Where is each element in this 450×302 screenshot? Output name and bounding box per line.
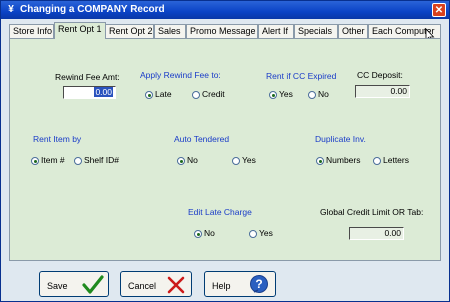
tab-label: Sales	[158, 26, 181, 36]
radio-selected-icon	[145, 91, 153, 99]
apply-rewind-label: Apply Rewind Fee to:	[140, 70, 221, 80]
tab-label: Promo Message	[190, 26, 256, 36]
cancel-button[interactable]: Cancel	[120, 271, 192, 297]
tab-rent-opt-1[interactable]: Rent Opt 1	[54, 22, 106, 39]
radio-unselected-icon	[192, 91, 200, 99]
app-icon: ¥	[8, 4, 14, 15]
global-credit-value: 0.00	[384, 228, 401, 238]
tab-rent-opt-2[interactable]: Rent Opt 2	[105, 24, 154, 38]
cancel-label: Cancel	[128, 281, 157, 291]
radio-label: Yes	[242, 155, 256, 165]
rent-opt-1-panel: Rewind Fee Amt: 0.00 Apply Rewind Fee to…	[9, 38, 441, 261]
rent-item-by-label: Rent Item by	[33, 134, 82, 144]
duplicate-inv-letters-radio[interactable]: Letters	[373, 155, 409, 165]
save-button[interactable]: Save	[39, 271, 109, 297]
radio-label: Shelf ID#	[84, 155, 119, 165]
tab-strip: Store Info Rent Opt 1 Rent Opt 2 Sales P…	[9, 22, 441, 39]
tab-alert-if[interactable]: Alert If	[258, 24, 294, 38]
edit-late-charge-label: Edit Late Charge	[188, 207, 252, 217]
radio-label: Yes	[259, 228, 273, 238]
tab-label: Store Info	[13, 26, 53, 36]
tab-label: Rent Opt 1	[58, 24, 102, 34]
tab-label: Rent Opt 2	[109, 26, 153, 36]
svg-text:?: ?	[255, 277, 262, 291]
rewind-fee-value: 0.00	[94, 87, 113, 97]
edit-late-charge-no-radio[interactable]: No	[194, 228, 215, 238]
cc-deposit-input[interactable]: 0.00	[355, 85, 410, 98]
rent-if-cc-no-radio[interactable]: No	[308, 89, 329, 99]
rewind-fee-label: Rewind Fee Amt:	[55, 72, 120, 82]
radio-selected-icon	[177, 157, 185, 165]
rewind-fee-input[interactable]: 0.00	[63, 86, 116, 99]
radio-unselected-icon	[232, 157, 240, 165]
radio-unselected-icon	[74, 157, 82, 165]
radio-unselected-icon	[373, 157, 381, 165]
radio-selected-icon	[316, 157, 324, 165]
rent-item-by-item-radio[interactable]: Item #	[31, 155, 65, 165]
help-button[interactable]: Help ?	[204, 271, 276, 297]
tab-store-info[interactable]: Store Info	[9, 24, 54, 38]
global-credit-input[interactable]: 0.00	[349, 227, 404, 240]
check-icon	[82, 275, 104, 294]
tab-other[interactable]: Other	[338, 24, 368, 38]
tab-specials[interactable]: Specials	[294, 24, 338, 38]
tab-promo-message[interactable]: Promo Message	[186, 24, 258, 38]
radio-selected-icon	[31, 157, 39, 165]
edit-late-charge-yes-radio[interactable]: Yes	[249, 228, 273, 238]
button-bar: Save Cancel Help ?	[9, 265, 441, 301]
radio-selected-icon	[194, 230, 202, 238]
rent-if-cc-yes-radio[interactable]: Yes	[269, 89, 293, 99]
duplicate-inv-label: Duplicate Inv.	[315, 134, 366, 144]
tab-sales[interactable]: Sales	[154, 24, 186, 38]
radio-label: Letters	[383, 155, 409, 165]
radio-label: Numbers	[326, 155, 361, 165]
help-label: Help	[212, 281, 231, 291]
save-label: Save	[47, 281, 68, 291]
tab-label: Specials	[298, 26, 333, 36]
window-title: Changing a COMPANY Record	[20, 4, 165, 15]
apply-rewind-credit-radio[interactable]: Credit	[192, 89, 225, 99]
radio-label: Item #	[41, 155, 65, 165]
rent-item-by-shelf-radio[interactable]: Shelf ID#	[74, 155, 119, 165]
radio-unselected-icon	[308, 91, 316, 99]
duplicate-inv-numbers-radio[interactable]: Numbers	[316, 155, 360, 165]
radio-label: Credit	[202, 89, 225, 99]
radio-unselected-icon	[249, 230, 257, 238]
auto-tendered-yes-radio[interactable]: Yes	[232, 155, 256, 165]
rent-if-cc-expired-label: Rent if CC Expired	[266, 71, 337, 81]
radio-label: Yes	[279, 89, 293, 99]
radio-label: Late	[155, 89, 172, 99]
cc-deposit-value: 0.00	[390, 86, 407, 96]
radio-label: No	[318, 89, 329, 99]
global-credit-label: Global Credit Limit OR Tab:	[320, 207, 424, 217]
auto-tendered-no-radio[interactable]: No	[177, 155, 198, 165]
radio-selected-icon	[269, 91, 277, 99]
dialog-window: ¥ Changing a COMPANY Record ✕ Store Info…	[0, 0, 450, 302]
x-icon	[167, 276, 185, 294]
close-button[interactable]: ✕	[432, 3, 446, 17]
tab-label: Other	[342, 26, 365, 36]
close-icon: ✕	[434, 5, 444, 16]
apply-rewind-late-radio[interactable]: Late	[145, 89, 172, 99]
auto-tendered-label: Auto Tendered	[174, 134, 230, 144]
title-bar[interactable]: ¥ Changing a COMPANY Record ✕	[1, 1, 449, 19]
cc-deposit-label: CC Deposit:	[357, 70, 403, 80]
help-question-icon: ?	[250, 275, 268, 293]
radio-label: No	[204, 228, 215, 238]
tab-label: Alert If	[262, 26, 289, 36]
radio-label: No	[187, 155, 198, 165]
